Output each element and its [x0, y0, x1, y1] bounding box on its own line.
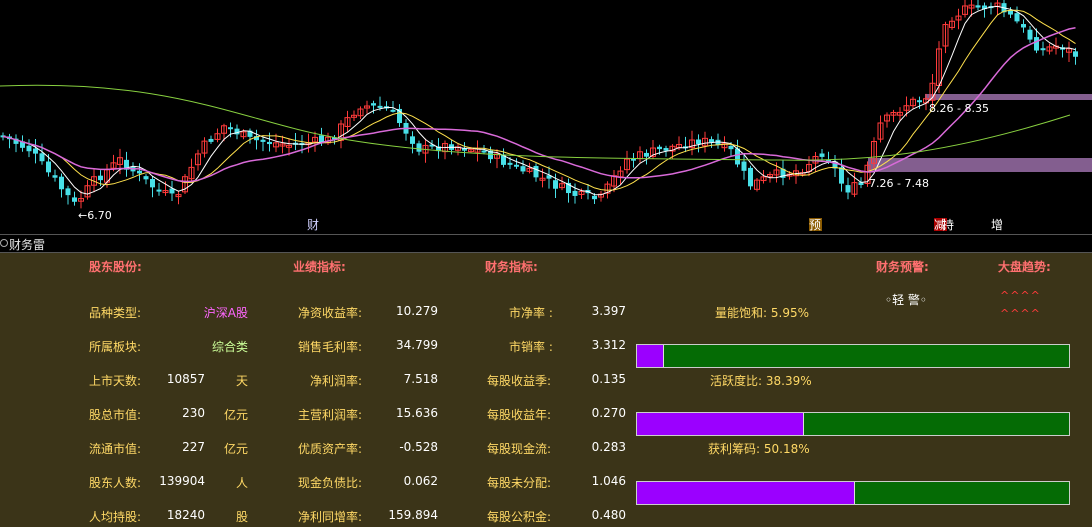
- value-net-margin: 7.518: [403, 372, 438, 386]
- value-profit-growth: 159.894: [388, 508, 438, 522]
- value-eps-quarter: 0.135: [591, 372, 626, 386]
- value-sector: 综合类: [211, 340, 248, 354]
- value-listed-days: 10857: [166, 372, 205, 386]
- label-gross-margin: 销售毛利率:: [298, 340, 363, 354]
- label-eps-year: 每股收益年:: [487, 408, 552, 422]
- value-pb: 3.397: [591, 304, 626, 318]
- profit-chips-fill: [637, 482, 855, 504]
- financial-radar-panel: 股东股份: 业绩指标: 财务指标: 财务预警: 大盘趋势: 品种类型: 沪深A股…: [0, 253, 1092, 527]
- label-avg-holding: 人均持股:: [89, 510, 142, 524]
- unit-total-cap: 亿元: [224, 408, 249, 422]
- value-float-cap: 227: [182, 440, 205, 454]
- label-net-margin: 净利润率:: [310, 374, 363, 388]
- bar-label-profit-chips: 获利筹码: 50.18%: [708, 442, 810, 456]
- section-market-trend: 大盘趋势:: [998, 260, 1051, 274]
- svg-text:增: 增: [991, 218, 1003, 232]
- volume-saturation-bar: [636, 344, 1070, 368]
- unit-float-cap: 亿元: [224, 442, 249, 456]
- label-profit-growth: 净利同增率:: [298, 510, 363, 524]
- svg-text:持: 持: [942, 217, 954, 232]
- profit-chips-bar: [636, 481, 1070, 505]
- bar-label-activity: 活跃度比: 38.39%: [710, 374, 812, 388]
- unit-shareholders: 人: [236, 476, 249, 490]
- value-quality-asset: -0.528: [399, 440, 438, 454]
- value-eps-year: 0.270: [591, 406, 626, 420]
- label-quality-asset: 优质资产率:: [298, 442, 363, 456]
- candlestick-chart[interactable]: ←6.70 8.26 - 8.35 7.26 - 7.48 财预减持增: [0, 0, 1092, 234]
- activity-ratio-bar: [636, 412, 1070, 436]
- label-sector: 所属板块:: [89, 340, 142, 354]
- value-reserve-ps: 0.480: [591, 508, 626, 522]
- label-undistributed-ps: 每股未分配:: [487, 476, 552, 490]
- activity-ratio-fill: [637, 413, 804, 435]
- value-ps: 3.312: [591, 338, 626, 352]
- warning-level: ◦轻 警◦: [885, 293, 927, 307]
- label-pb: 市净率 :: [509, 306, 553, 320]
- label-op-margin: 主营利润率:: [298, 408, 363, 422]
- zone-low-label: 7.26 - 7.48: [869, 177, 929, 190]
- label-type: 品种类型:: [89, 306, 142, 320]
- label-roe: 净资收益率:: [298, 306, 363, 320]
- label-reserve-ps: 每股公积金:: [487, 510, 552, 524]
- value-cash-debt: 0.062: [403, 474, 438, 488]
- value-cashflow-ps: 0.283: [591, 440, 626, 454]
- value-avg-holding: 18240: [166, 508, 205, 522]
- section-warning: 财务预警:: [876, 260, 929, 274]
- unit-listed-days: 天: [236, 374, 249, 388]
- section-shareholder: 股东股份:: [89, 260, 142, 274]
- trend-up-arrows-2: ^^^^: [1000, 307, 1041, 320]
- value-total-cap: 230: [182, 406, 205, 420]
- volume-saturation-fill: [637, 345, 664, 367]
- label-total-cap: 股总市值:: [89, 408, 142, 422]
- label-shareholders: 股东人数:: [89, 476, 142, 490]
- value-op-margin: 15.636: [396, 406, 438, 420]
- unit-avg-holding: 股: [236, 510, 249, 524]
- event-markers: 财预减持增: [307, 217, 1003, 232]
- svg-text:财: 财: [307, 218, 319, 232]
- indicator-title: 财务雷: [9, 238, 46, 252]
- trend-up-arrows-1: ^^^^: [1000, 289, 1041, 302]
- label-ps: 市销率 :: [509, 340, 553, 354]
- label-cash-debt: 现金负债比:: [298, 476, 363, 490]
- value-gross-margin: 34.799: [396, 338, 438, 352]
- value-type: 沪深A股: [203, 306, 248, 320]
- label-cashflow-ps: 每股现金流:: [487, 442, 552, 456]
- indicator-title-bar: 财务雷: [0, 234, 1092, 253]
- value-shareholders: 139904: [159, 474, 205, 488]
- low-price-label: ←6.70: [78, 209, 112, 222]
- value-roe: 10.279: [396, 304, 438, 318]
- label-float-cap: 流通市值:: [89, 442, 142, 456]
- zone-high-label: 8.26 - 8.35: [929, 102, 989, 115]
- section-performance: 业绩指标:: [293, 260, 346, 274]
- label-eps-quarter: 每股收益季:: [487, 374, 552, 388]
- bar-label-volume: 量能饱和: 5.95%: [715, 306, 809, 320]
- label-listed-days: 上市天数:: [89, 374, 142, 388]
- section-financial: 财务指标:: [485, 260, 538, 274]
- svg-text:预: 预: [809, 218, 821, 232]
- value-undistributed-ps: 1.046: [591, 474, 626, 488]
